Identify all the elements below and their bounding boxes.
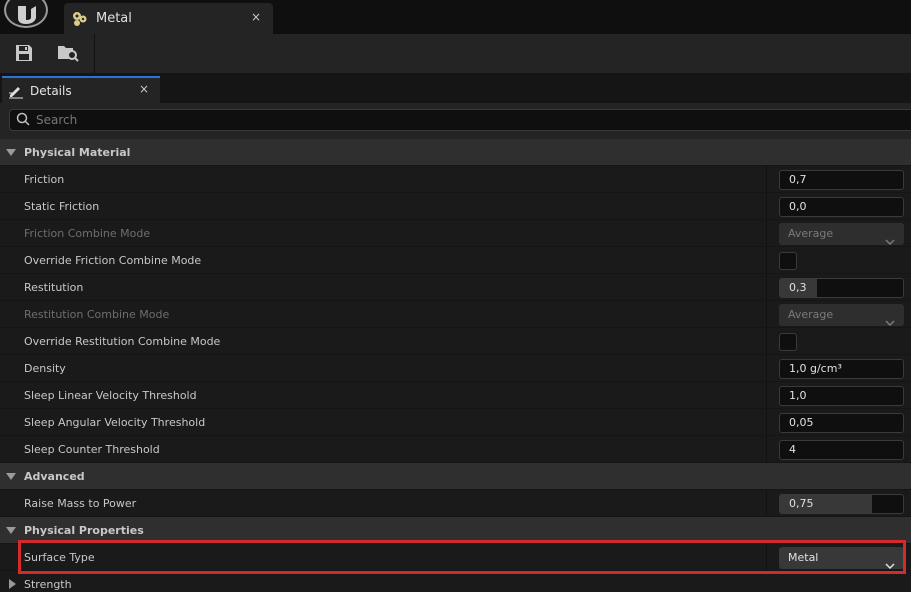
column-divider[interactable] [766,436,767,463]
close-icon[interactable]: × [139,82,149,96]
search-input[interactable] [36,113,896,127]
column-divider[interactable] [766,382,767,409]
property-row-sleep-linear-velocity-threshold: Sleep Linear Velocity Threshold 1,0 [0,382,911,409]
column-divider[interactable] [766,301,767,328]
property-row-sleep-counter-threshold: Sleep Counter Threshold 4 [0,436,911,463]
value-field-density[interactable]: 1,0 g/cm³ [779,359,904,379]
value-text: 0,05 [789,416,814,429]
property-row-friction: Friction 0,7 [0,166,911,193]
property-list: Physical Material Friction 0,7 Static Frict… [0,139,911,592]
category-label: Advanced [24,470,85,483]
value-field-sleep-linear-velocity-threshold[interactable]: 1,0 [779,386,904,406]
column-divider[interactable] [766,193,767,220]
value-text: 1,0 [789,389,807,402]
unreal-engine-logo[interactable] [4,0,48,28]
column-divider[interactable] [766,490,767,517]
toolbar [0,34,911,73]
property-label: Surface Type [24,551,95,564]
dropdown-friction-combine-mode: Average [779,223,904,246]
value-text: 0,7 [789,173,807,186]
property-label: Sleep Angular Velocity Threshold [24,416,206,429]
category-physical-properties[interactable]: Physical Properties [0,517,911,544]
checkbox-override-restitution-combine-mode[interactable] [779,333,797,351]
save-icon [16,45,32,61]
column-divider[interactable] [766,328,767,355]
asset-tab-title: Metal [96,11,132,26]
column-divider[interactable] [766,247,767,274]
value-field-sleep-angular-velocity-threshold[interactable]: 0,05 [779,413,904,433]
property-row-static-friction: Static Friction 0,0 [0,193,911,220]
column-divider[interactable] [766,220,767,247]
property-row-sleep-angular-velocity-threshold: Sleep Angular Velocity Threshold 0,05 [0,409,911,436]
column-divider[interactable] [766,274,767,301]
toolbar-separator [94,34,95,73]
value-field-static-friction[interactable]: 0,0 [779,197,904,217]
expand-arrow-icon[interactable] [6,473,16,480]
value-text: 1,0 g/cm³ [789,362,842,375]
details-panel: Physical Material Friction 0,7 Static Frict… [0,103,911,592]
property-label: Restitution Combine Mode [24,308,170,321]
property-row-override-restitution-combine-mode: Override Restitution Combine Mode [0,328,911,355]
property-row-restitution-combine-mode: Restitution Combine Mode Average [0,301,911,328]
category-label: Physical Properties [24,524,144,537]
column-divider[interactable] [766,355,767,382]
category-advanced[interactable]: Advanced [0,463,911,490]
property-label: Density [24,362,66,375]
details-pencil-icon [8,83,24,99]
value-text: 0,3 [789,281,807,294]
column-divider[interactable] [766,409,767,436]
property-row-restitution: Restitution 0,3 [0,274,911,301]
category-physical-material[interactable]: Physical Material [0,139,911,166]
dropdown-restitution-combine-mode: Average [779,304,904,327]
physical-material-icon [72,11,88,27]
property-label: Strength [24,578,72,591]
property-label: Raise Mass to Power [24,497,137,510]
dropdown-value: Metal [788,551,819,564]
checkbox-override-friction-combine-mode[interactable] [779,252,797,270]
column-divider[interactable] [766,544,767,571]
panel-tab-strip: Details × [0,73,911,103]
value-text: 0,75 [789,497,814,510]
slider-field-restitution[interactable]: 0,3 [779,278,904,298]
search-icon [16,112,30,129]
property-label: Friction [24,173,65,186]
property-row-raise-mass-to-power: Raise Mass to Power 0,75 [0,490,911,517]
property-label: Sleep Linear Velocity Threshold [24,389,197,402]
property-label: Override Friction Combine Mode [24,254,202,267]
property-label: Override Restitution Combine Mode [24,335,221,348]
value-text: 4 [789,443,796,456]
property-label: Static Friction [24,200,100,213]
value-field-sleep-counter-threshold[interactable]: 4 [779,440,904,460]
dropdown-value: Average [788,308,834,321]
property-label: Friction Combine Mode [24,227,151,240]
column-divider[interactable] [766,166,767,193]
title-bar: Metal × [0,0,911,34]
property-row-strength: Strength [0,571,911,592]
dropdown-surface-type[interactable]: Metal [779,547,904,570]
property-label: Restitution [24,281,84,294]
value-field-friction[interactable]: 0,7 [779,170,904,190]
property-row-friction-combine-mode: Friction Combine Mode Average [0,220,911,247]
save-button[interactable] [12,42,36,64]
slider-field-raise-mass-to-power[interactable]: 0,75 [779,494,904,514]
tab-details[interactable]: Details × [2,76,160,103]
property-row-override-friction-combine-mode: Override Friction Combine Mode [0,247,911,274]
expand-arrow-icon[interactable] [6,149,16,156]
expand-arrow-icon[interactable] [6,527,16,534]
details-tab-title: Details [30,83,72,98]
expand-arrow-icon[interactable] [9,579,16,589]
search-box[interactable] [9,109,911,131]
property-label: Sleep Counter Threshold [24,443,160,456]
close-icon[interactable]: × [251,10,261,24]
property-row-density: Density 1,0 g/cm³ [0,355,911,382]
asset-tab-metal[interactable]: Metal × [64,3,273,34]
dropdown-value: Average [788,227,834,240]
property-row-surface-type: Surface Type Metal [0,544,911,571]
category-label: Physical Material [24,146,131,159]
browse-asset-button[interactable] [56,42,80,64]
value-text: 0,0 [789,200,807,213]
browse-asset-icon [58,46,79,62]
